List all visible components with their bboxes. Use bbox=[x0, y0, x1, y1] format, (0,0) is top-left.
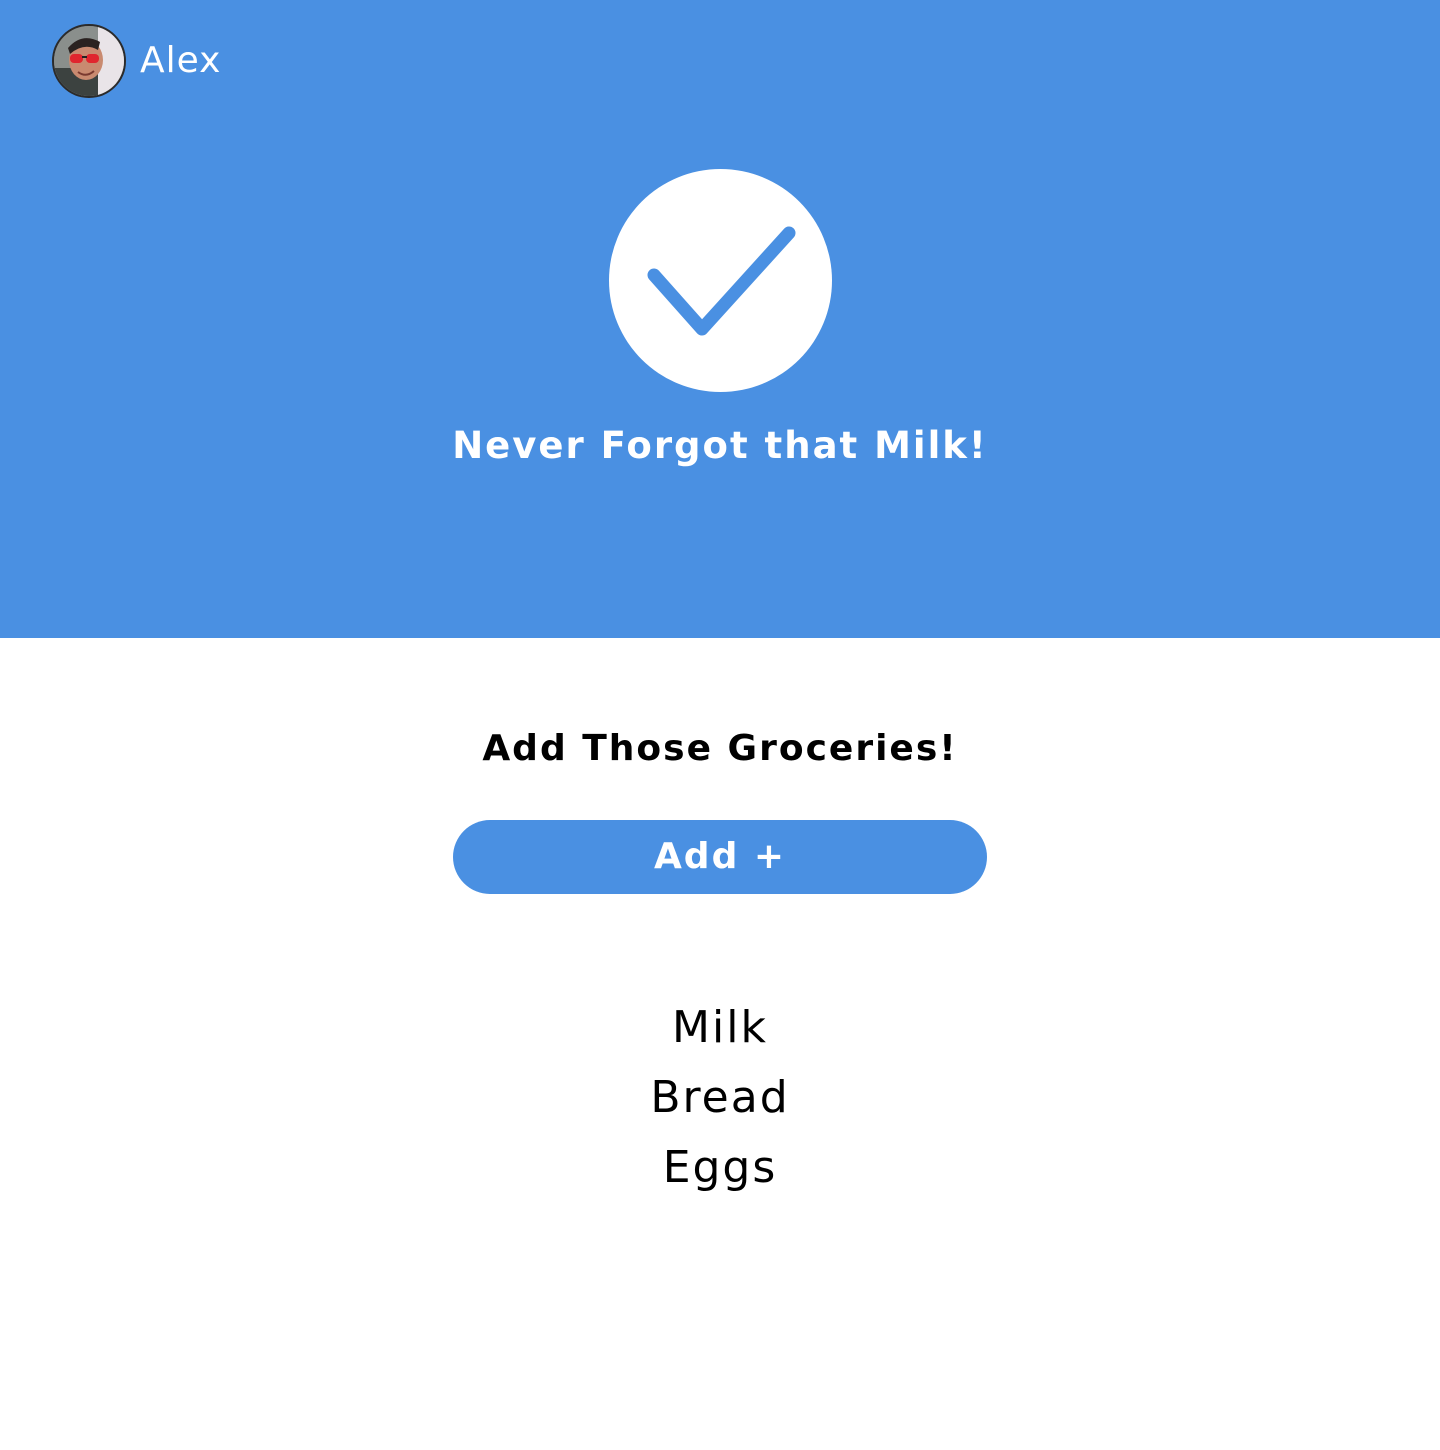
avatar[interactable] bbox=[52, 24, 126, 98]
hero-banner: Alex Never Forgot that Milk! bbox=[0, 0, 1440, 638]
grocery-item[interactable]: Milk bbox=[0, 993, 1440, 1063]
checkmark-badge bbox=[609, 169, 832, 392]
add-grocery-button[interactable]: Add + bbox=[453, 820, 987, 894]
grocery-item[interactable]: Bread bbox=[0, 1063, 1440, 1133]
user-profile[interactable]: Alex bbox=[52, 24, 221, 98]
hero-tagline: Never Forgot that Milk! bbox=[452, 424, 988, 467]
grocery-list: Milk Bread Eggs bbox=[0, 993, 1440, 1203]
grocery-item[interactable]: Eggs bbox=[0, 1133, 1440, 1203]
avatar-photo-icon bbox=[54, 26, 124, 96]
user-name: Alex bbox=[140, 40, 222, 81]
page-title: Add Those Groceries! bbox=[482, 728, 958, 769]
checkmark-icon bbox=[647, 226, 796, 336]
